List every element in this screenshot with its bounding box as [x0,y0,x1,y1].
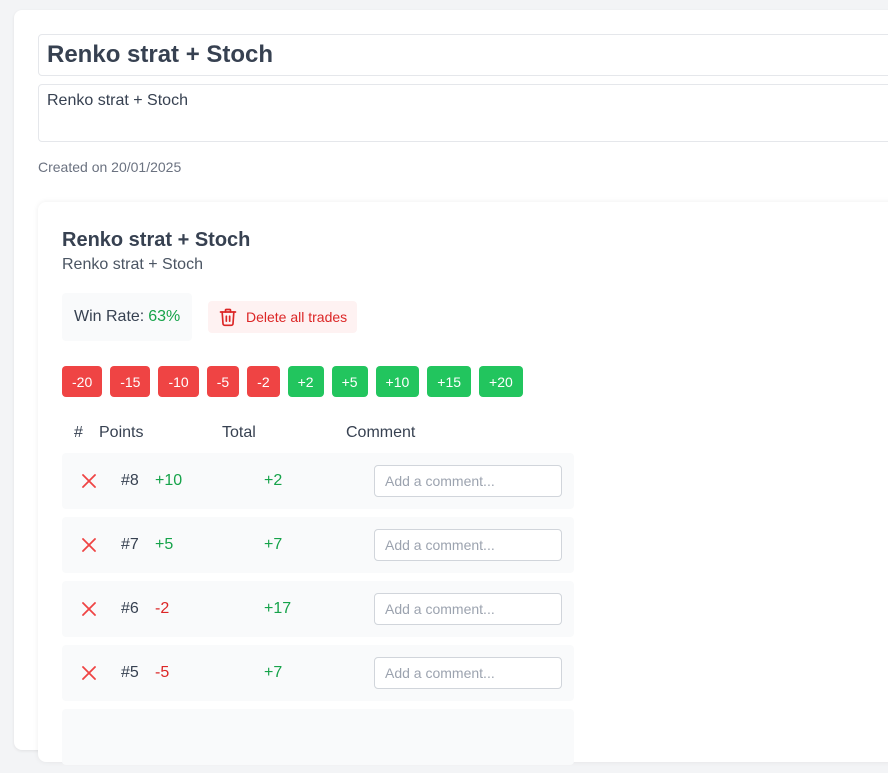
win-rate-box: Win Rate: 63% [62,293,192,341]
win-rate-label: Win Rate: [74,308,145,325]
trade-number: #6 [121,600,139,617]
strategy-summary-card: Renko strat + Stoch Renko strat + Stoch … [38,202,888,765]
table-row: #6 -2 +17 [62,581,574,637]
header-total: Total [222,424,256,441]
trades-list: #8 +10 +2 #7 +5 +7 #6 -2 +17 #5 -5 +7 [62,453,574,773]
quick-button-minus-20[interactable]: -20 [62,366,103,397]
table-row: #7 +5 +7 [62,517,574,573]
close-icon[interactable] [82,538,96,552]
close-icon[interactable] [82,602,96,616]
quick-button-plus-5[interactable]: +5 [331,366,368,397]
trade-points: -2 [155,600,170,617]
quick-points-buttons: -20 -15 -10 -5 -2 +2 +5 +10 +15 +20 [62,366,523,397]
trade-points: +10 [155,472,183,489]
win-rate-value: 63% [148,308,181,325]
trade-total: +7 [264,536,283,553]
quick-button-minus-5[interactable]: -5 [206,366,240,397]
trade-total: +7 [264,664,283,681]
quick-button-plus-20[interactable]: +20 [479,366,523,397]
quick-button-minus-15[interactable]: -15 [110,366,151,397]
quick-button-minus-2[interactable]: -2 [247,366,280,397]
close-icon[interactable] [82,666,96,680]
delete-all-trades-label: Delete all trades [246,309,348,325]
strategy-description-input[interactable]: Renko strat + Stoch [38,84,888,142]
header-comment: Comment [346,424,416,441]
quick-button-minus-10[interactable]: -10 [158,366,199,397]
quick-button-plus-10[interactable]: +10 [375,366,420,397]
trade-number: #7 [121,536,139,553]
header-points: Points [99,424,144,441]
table-row: #8 +10 +2 [62,453,574,509]
close-icon[interactable] [82,474,96,488]
trade-points: +5 [155,536,174,553]
trade-points: -5 [155,664,170,681]
table-row: #5 -5 +7 [62,645,574,701]
comment-input[interactable] [374,657,562,689]
card-title: Renko strat + Stoch [62,229,251,251]
quick-button-plus-2[interactable]: +2 [287,366,324,397]
comment-input[interactable] [374,529,562,561]
table-row [62,709,574,765]
card-description: Renko strat + Stoch [62,256,203,273]
trash-icon [218,307,238,327]
trade-total: +17 [264,600,292,617]
quick-button-plus-15[interactable]: +15 [427,366,472,397]
trade-total: +2 [264,472,283,489]
strategy-page-card: Renko strat + Stoch Created on 20/01/202… [14,10,888,765]
comment-input[interactable] [374,465,562,497]
comment-input[interactable] [374,593,562,625]
strategy-title-input[interactable] [38,34,888,76]
created-date: Created on 20/01/2025 [38,159,182,175]
trade-number: #5 [121,664,139,681]
header-num: # [74,424,83,441]
delete-all-trades-button[interactable]: Delete all trades [208,301,358,333]
trade-number: #8 [121,472,139,489]
trades-table-header: # Points Total Comment [62,424,574,444]
